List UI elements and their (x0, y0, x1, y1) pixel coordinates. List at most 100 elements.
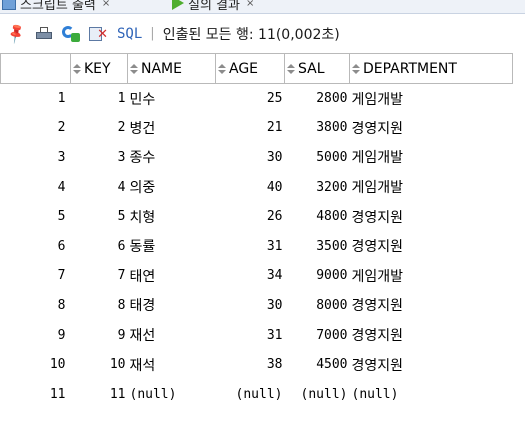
cell-department[interactable]: 경영지원 (350, 320, 513, 350)
cell-key[interactable]: 5 (71, 202, 128, 232)
cell-department[interactable]: 경영지원 (350, 291, 513, 321)
editor-tab-strip: 스크립트 출력 × 질의 결과 × (0, 0, 525, 14)
cell-key[interactable]: 10 (71, 350, 128, 380)
printer-icon (36, 26, 52, 41)
sort-icon (218, 63, 226, 74)
cell-department[interactable]: 게임개발 (350, 84, 513, 114)
table-row[interactable]: 4 4 의중 40 3200 게임개발 (1, 172, 513, 202)
cell-department[interactable]: 경영지원 (350, 350, 513, 380)
cell-name[interactable]: 재석 (128, 350, 216, 380)
cell-name[interactable]: 종수 (128, 143, 216, 173)
cell-key[interactable]: 7 (71, 261, 128, 291)
row-number: 9 (57, 327, 66, 343)
cell-age[interactable]: 30 (216, 291, 285, 321)
cell-sal[interactable]: 2800 (285, 84, 350, 114)
cell-age[interactable]: 34 (216, 261, 285, 291)
column-header-name[interactable]: NAME (127, 53, 216, 84)
cell-name[interactable]: (null) (128, 379, 216, 409)
pin-icon: 📌 (5, 21, 29, 46)
cell-name[interactable]: 민수 (128, 84, 216, 114)
cell-sal[interactable]: (null) (285, 379, 350, 409)
cell-age[interactable]: 30 (216, 143, 285, 173)
pin-button[interactable]: 📌 (5, 21, 29, 46)
close-icon[interactable]: × (102, 0, 110, 9)
cell-key[interactable]: 11 (71, 379, 128, 409)
cell-age[interactable]: 38 (216, 350, 285, 380)
print-button[interactable] (33, 23, 55, 45)
cell-key[interactable]: 9 (71, 320, 128, 350)
result-toolbar: 📌 ✕ SQL | 인출된 모든 행: 11(0,002초) (0, 15, 525, 52)
cell-name[interactable]: 태연 (128, 261, 216, 291)
cell-key[interactable]: 3 (71, 143, 128, 173)
cell-age[interactable]: (null) (216, 379, 285, 409)
cell-name[interactable]: 병건 (128, 113, 216, 143)
cell-age[interactable]: 31 (216, 231, 285, 261)
table-row[interactable]: 3 3 종수 30 5000 게임개발 (1, 143, 513, 173)
table-row[interactable]: 11 11 (null) (null) (null) (null) (1, 379, 513, 409)
cell-department[interactable]: 경영지원 (350, 231, 513, 261)
table-row[interactable]: 2 2 병건 21 3800 경영지원 (1, 113, 513, 143)
refresh-button[interactable] (60, 23, 82, 45)
cell-key[interactable]: 1 (71, 84, 128, 114)
tab-script-output[interactable]: 스크립트 출력 × (2, 0, 110, 13)
tab-query-result[interactable]: 질의 결과 × (172, 0, 254, 13)
cell-age[interactable]: 21 (216, 113, 285, 143)
cell-age[interactable]: 31 (216, 320, 285, 350)
close-icon[interactable]: × (246, 0, 254, 9)
cell-sal[interactable]: 3200 (285, 172, 350, 202)
cell-sal[interactable]: 7000 (285, 320, 350, 350)
table-row[interactable]: 5 5 치형 26 4800 경영지원 (1, 202, 513, 232)
cell-department[interactable]: 게임개발 (350, 261, 513, 291)
cell-key[interactable]: 2 (71, 113, 128, 143)
table-row[interactable]: 6 6 동률 31 3500 경영지원 (1, 231, 513, 261)
header-row: KEY NAME AGE SAL DEPARTMENT (0, 53, 513, 84)
table-row[interactable]: 9 9 재선 31 7000 경영지원 (1, 320, 513, 350)
refresh-icon (62, 25, 80, 42)
cell-name[interactable]: 동률 (128, 231, 216, 261)
cell-name[interactable]: 의중 (128, 172, 216, 202)
cell-age[interactable]: 26 (216, 202, 285, 232)
row-number-header (0, 53, 71, 84)
column-header-sal[interactable]: SAL (284, 53, 350, 84)
row-number: 11 (49, 386, 66, 402)
cell-sal[interactable]: 4500 (285, 350, 350, 380)
cell-sal[interactable]: 3500 (285, 231, 350, 261)
cell-department[interactable]: 게임개발 (350, 143, 513, 173)
toolbar-separator: | (150, 26, 155, 41)
cell-sal[interactable]: 4800 (285, 202, 350, 232)
cell-name[interactable]: 태경 (128, 291, 216, 321)
row-number: 4 (57, 179, 66, 195)
cell-sal[interactable]: 8000 (285, 291, 350, 321)
script-output-icon (2, 0, 16, 10)
cell-name[interactable]: 치형 (128, 202, 216, 232)
cell-key[interactable]: 8 (71, 291, 128, 321)
cell-sal[interactable]: 5000 (285, 143, 350, 173)
cell-name[interactable]: 재선 (128, 320, 216, 350)
export-button[interactable]: ✕ (87, 23, 109, 45)
cell-age[interactable]: 40 (216, 172, 285, 202)
table-row[interactable]: 7 7 태연 34 9000 게임개발 (1, 261, 513, 291)
cell-department[interactable]: 경영지원 (350, 113, 513, 143)
table-row[interactable]: 1 1 민수 25 2800 게임개발 (1, 84, 513, 114)
cell-key[interactable]: 4 (71, 172, 128, 202)
sort-icon (130, 63, 138, 74)
cell-sal[interactable]: 3800 (285, 113, 350, 143)
cell-key[interactable]: 6 (71, 231, 128, 261)
cell-department[interactable]: (null) (350, 379, 513, 409)
table-row[interactable]: 10 10 재석 38 4500 경영지원 (1, 350, 513, 380)
cell-sal[interactable]: 9000 (285, 261, 350, 291)
result-grid: KEY NAME AGE SAL DEPARTMENT 1 1 민수 25 28… (0, 53, 525, 436)
fetch-status: 인출된 모든 행: 11(0,002초) (162, 26, 340, 43)
column-header-age[interactable]: AGE (215, 53, 285, 84)
cell-age[interactable]: 25 (216, 84, 285, 114)
sql-button[interactable]: SQL (117, 26, 142, 42)
table-row[interactable]: 8 8 태경 30 8000 경영지원 (1, 291, 513, 321)
column-header-key[interactable]: KEY (70, 53, 128, 84)
sort-icon (352, 63, 360, 74)
row-number: 8 (57, 297, 66, 313)
cell-department[interactable]: 경영지원 (350, 202, 513, 232)
cell-department[interactable]: 게임개발 (350, 172, 513, 202)
column-header-department[interactable]: DEPARTMENT (349, 53, 513, 84)
tab-script-output-label: 스크립트 출력 (20, 0, 96, 13)
result-table: KEY NAME AGE SAL DEPARTMENT 1 1 민수 25 28… (0, 53, 513, 409)
